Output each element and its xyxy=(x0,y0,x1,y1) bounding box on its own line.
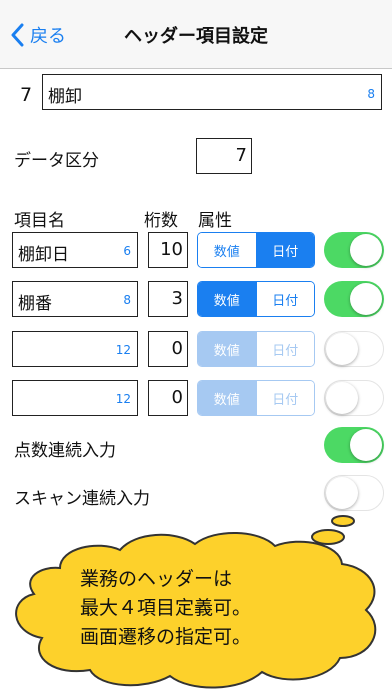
continuous-scan-toggle[interactable] xyxy=(324,475,384,511)
toggle-knob xyxy=(326,382,358,414)
header-name-value: 棚卸 xyxy=(48,87,82,107)
toggle-knob xyxy=(350,429,382,461)
segment-date[interactable]: 日付 xyxy=(255,282,314,316)
item-name-field[interactable]: 12 xyxy=(12,380,138,416)
header-name-field[interactable]: 棚卸 8 xyxy=(42,74,382,110)
continuous-count-toggle[interactable] xyxy=(324,427,384,463)
segment-numeric[interactable]: 数値 xyxy=(198,332,256,366)
header-number: 7 xyxy=(20,84,33,106)
column-header-name: 項目名 xyxy=(14,211,65,231)
item-digits-field[interactable]: 0 xyxy=(148,331,188,367)
item-enable-toggle[interactable] xyxy=(324,380,384,416)
segment-date[interactable]: 日付 xyxy=(255,381,314,415)
item-name-value: 棚卸日 xyxy=(18,245,69,265)
option-label-continuous-count: 点数連続入力 xyxy=(14,441,116,461)
page-title: ヘッダー項目設定 xyxy=(124,26,268,47)
column-header-digits: 桁数 xyxy=(144,211,178,231)
attribute-segmented-control[interactable]: 数値 日付 xyxy=(197,232,315,268)
item-enable-toggle[interactable] xyxy=(324,232,384,268)
data-category-field[interactable]: 7 xyxy=(196,138,252,174)
bubble-line-1: 業務のヘッダーは xyxy=(80,568,233,590)
item-enable-toggle[interactable] xyxy=(324,331,384,367)
header-name-count: 8 xyxy=(367,87,375,101)
data-category-label: データ区分 xyxy=(14,151,99,171)
segment-date[interactable]: 日付 xyxy=(255,332,314,366)
column-header-attribute: 属性 xyxy=(198,211,232,231)
item-name-field[interactable]: 12 xyxy=(12,331,138,367)
item-name-count: 8 xyxy=(123,293,131,307)
attribute-segmented-control[interactable]: 数値 日付 xyxy=(197,281,315,317)
item-digits-field[interactable]: 0 xyxy=(148,380,188,416)
item-name-value: 棚番 xyxy=(18,294,52,314)
bubble-line-2: 最大４項目定義可。 xyxy=(80,597,252,619)
segment-date[interactable]: 日付 xyxy=(255,233,314,267)
item-name-count: 12 xyxy=(115,392,131,406)
bubble-message: 業務のヘッダーは 最大４項目定義可。 画面遷移の指定可。 xyxy=(80,565,320,652)
navigation-bar: 戻る ヘッダー項目設定 xyxy=(0,0,392,69)
attribute-segmented-control[interactable]: 数値 日付 xyxy=(197,331,315,367)
item-name-count: 6 xyxy=(123,244,131,258)
option-label-continuous-scan: スキャン連続入力 xyxy=(14,489,150,509)
toggle-knob xyxy=(350,283,382,315)
toggle-knob xyxy=(326,333,358,365)
item-digits-field[interactable]: 3 xyxy=(148,281,188,317)
segment-numeric[interactable]: 数値 xyxy=(198,381,256,415)
segment-numeric[interactable]: 数値 xyxy=(198,233,256,267)
item-name-count: 12 xyxy=(115,343,131,357)
item-name-field[interactable]: 棚番 8 xyxy=(12,281,138,317)
item-enable-toggle[interactable] xyxy=(324,281,384,317)
toggle-knob xyxy=(326,477,358,509)
toggle-knob xyxy=(350,234,382,266)
segment-numeric[interactable]: 数値 xyxy=(198,282,256,316)
item-name-field[interactable]: 棚卸日 6 xyxy=(12,232,138,268)
attribute-segmented-control[interactable]: 数値 日付 xyxy=(197,380,315,416)
bubble-line-3: 画面遷移の指定可。 xyxy=(80,626,252,648)
item-digits-field[interactable]: 10 xyxy=(148,232,188,268)
